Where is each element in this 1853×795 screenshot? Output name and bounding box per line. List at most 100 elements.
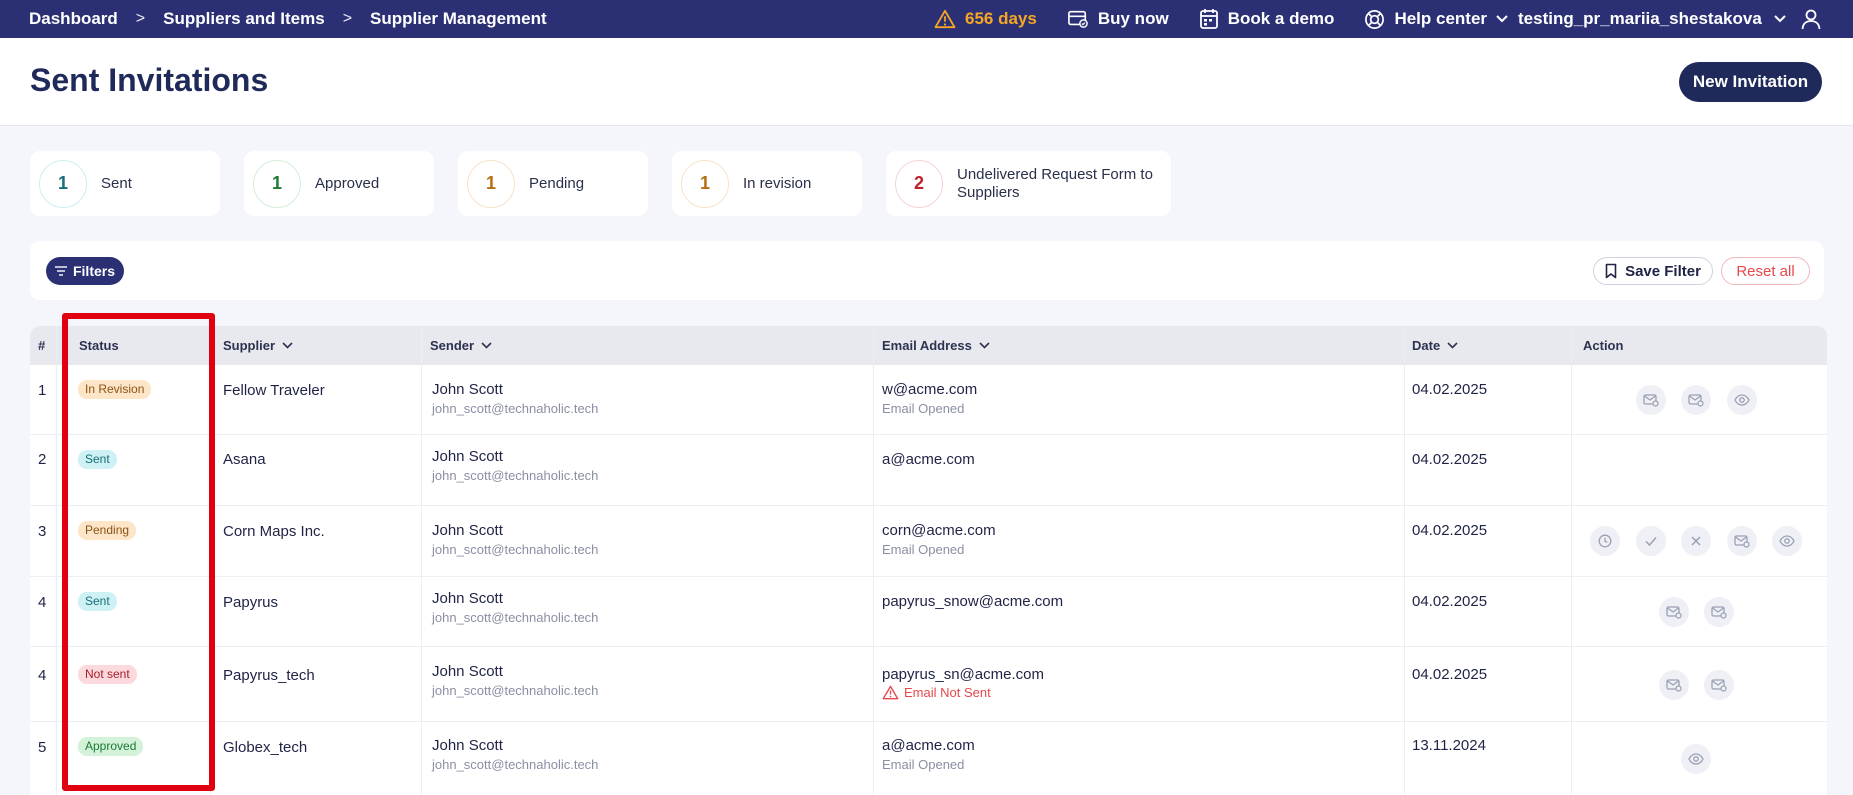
- sender-name: John Scott: [432, 448, 503, 465]
- row-number: 4: [38, 594, 47, 611]
- date: 04.02.2025: [1412, 451, 1488, 468]
- warning-icon: [882, 685, 899, 700]
- view-button[interactable]: [1727, 385, 1757, 415]
- stat-label: In revision: [743, 174, 812, 192]
- column-header-date[interactable]: Date: [1412, 326, 1458, 365]
- chevron-right-icon: >: [342, 10, 353, 27]
- account-dropdown[interactable]: testing_pr_mariia_shestakova: [1496, 0, 1786, 38]
- help-center-link[interactable]: Help center: [1364, 9, 1487, 30]
- supplier-name[interactable]: Globex_tech: [223, 739, 307, 756]
- stat-card-undelivered[interactable]: 2 Undelivered Request Form to Suppliers: [886, 151, 1171, 216]
- supplier-name[interactable]: Papyrus_tech: [223, 667, 315, 684]
- page-title: Sent Invitations: [30, 62, 269, 98]
- mail-settings-button[interactable]: [1704, 670, 1734, 700]
- reject-button[interactable]: [1681, 526, 1711, 556]
- chevron-down-icon[interactable]: [1774, 15, 1786, 23]
- view-button[interactable]: [1681, 744, 1711, 774]
- breadcrumb-suppliers-and-items[interactable]: Suppliers and Items: [163, 9, 325, 29]
- date: 04.02.2025: [1412, 666, 1488, 683]
- breadcrumb: Dashboard > Suppliers and Items > Suppli…: [29, 0, 547, 38]
- buy-now-link[interactable]: Buy now: [1067, 9, 1169, 29]
- status-badge: Pending: [78, 521, 137, 540]
- filters-button[interactable]: Filters: [46, 257, 124, 285]
- table-row[interactable]: 4 Sent Papyrus John Scott john_scott@tec…: [30, 577, 1827, 647]
- table-row[interactable]: 4 Not sent Papyrus_tech John Scott john_…: [30, 647, 1827, 722]
- sender-name: John Scott: [432, 737, 503, 754]
- book-demo-label: Book a demo: [1227, 9, 1335, 28]
- stat-count: 2: [895, 159, 943, 208]
- sender-email: john_scott@technaholic.tech: [432, 683, 599, 698]
- buy-now-label: Buy now: [1097, 9, 1169, 28]
- stat-count: 1: [681, 159, 729, 208]
- chevron-right-icon: >: [135, 10, 146, 27]
- new-invitation-button[interactable]: New Invitation: [1679, 62, 1822, 102]
- resend-mail-button[interactable]: [1659, 597, 1689, 627]
- help-center-label: Help center: [1394, 9, 1488, 28]
- mail-settings-button[interactable]: [1704, 597, 1734, 627]
- stat-card-sent[interactable]: 1 Sent: [30, 151, 220, 216]
- breadcrumb-dashboard[interactable]: Dashboard: [29, 9, 118, 29]
- breadcrumb-supplier-management: Supplier Management: [370, 9, 547, 28]
- save-filter-button[interactable]: Save Filter: [1593, 257, 1713, 285]
- supplier-name[interactable]: Fellow Traveler: [223, 382, 325, 399]
- email-address: corn@acme.com: [882, 522, 996, 539]
- table-row[interactable]: 3 Pending Corn Maps Inc. John Scott john…: [30, 506, 1827, 577]
- date: 04.02.2025: [1412, 381, 1488, 398]
- column-header-sender[interactable]: Sender: [430, 326, 492, 365]
- column-header-action: Action: [1583, 338, 1624, 353]
- sender-email: john_scott@technaholic.tech: [432, 542, 599, 557]
- email-status: Email Opened: [882, 401, 965, 416]
- stat-label: Sent: [101, 174, 132, 192]
- row-number: 5: [38, 739, 47, 756]
- mark-pending-button[interactable]: [1590, 526, 1620, 556]
- mail-settings-icon: [1666, 606, 1682, 619]
- table-row[interactable]: 5 Approved Globex_tech John Scott john_s…: [30, 722, 1827, 795]
- row-number: 3: [38, 523, 47, 540]
- email-address: w@acme.com: [882, 381, 978, 398]
- bookmark-icon: [1605, 263, 1617, 279]
- supplier-name[interactable]: Papyrus: [223, 594, 278, 611]
- email-address: papyrus_sn@acme.com: [882, 666, 1044, 683]
- column-header-email[interactable]: Email Address: [882, 326, 990, 365]
- column-header-label: Supplier: [223, 338, 276, 353]
- filters-label: Filters: [72, 263, 115, 279]
- view-button[interactable]: [1772, 526, 1802, 556]
- stat-card-approved[interactable]: 1 Approved: [244, 151, 434, 216]
- calendar-icon: [1199, 9, 1218, 29]
- lifebuoy-icon: [1365, 9, 1385, 29]
- sender-name: John Scott: [432, 590, 503, 607]
- mail-settings-button[interactable]: [1727, 526, 1757, 556]
- date: 04.02.2025: [1412, 593, 1488, 610]
- chevron-down-icon: [1447, 342, 1458, 349]
- username-label: testing_pr_mariia_shestakova: [1518, 9, 1762, 28]
- supplier-name[interactable]: Asana: [223, 451, 266, 468]
- eye-icon: [1779, 535, 1795, 547]
- page-header: Sent Invitations New Invitation: [0, 38, 1853, 126]
- trial-days-indicator[interactable]: 656 days: [934, 9, 1037, 29]
- stat-card-in-revision[interactable]: 1 In revision: [672, 151, 862, 216]
- book-demo-link[interactable]: Book a demo: [1199, 8, 1335, 30]
- email-status: Email Opened: [882, 542, 965, 557]
- filter-lines-icon: [54, 266, 67, 276]
- chevron-down-icon: [1496, 15, 1508, 23]
- check-icon: [1645, 537, 1657, 547]
- column-header-label: Sender: [430, 338, 475, 353]
- row-number: 1: [38, 382, 47, 399]
- resend-mail-button[interactable]: [1636, 385, 1666, 415]
- resend-mail-button[interactable]: [1659, 670, 1689, 700]
- stat-label: Approved: [315, 174, 380, 192]
- supplier-name[interactable]: Corn Maps Inc.: [223, 523, 325, 540]
- user-profile-icon[interactable]: [1800, 8, 1822, 30]
- warning-icon: [934, 9, 956, 29]
- stat-card-pending[interactable]: 1 Pending: [458, 151, 648, 216]
- filter-bar: Filters Save Filter Reset all: [30, 241, 1824, 300]
- reset-all-button[interactable]: Reset all: [1721, 257, 1810, 285]
- column-header-supplier[interactable]: Supplier: [223, 326, 293, 365]
- table-row[interactable]: 2 Sent Asana John Scott john_scott@techn…: [30, 435, 1827, 506]
- mail-settings-button[interactable]: [1681, 385, 1711, 415]
- approve-button[interactable]: [1636, 526, 1666, 556]
- table-row[interactable]: 1 In Revision Fellow Traveler John Scott…: [30, 365, 1827, 435]
- email-status: Email Not Sent: [904, 685, 991, 700]
- stat-count: 1: [39, 159, 87, 208]
- sender-email: john_scott@technaholic.tech: [432, 757, 599, 772]
